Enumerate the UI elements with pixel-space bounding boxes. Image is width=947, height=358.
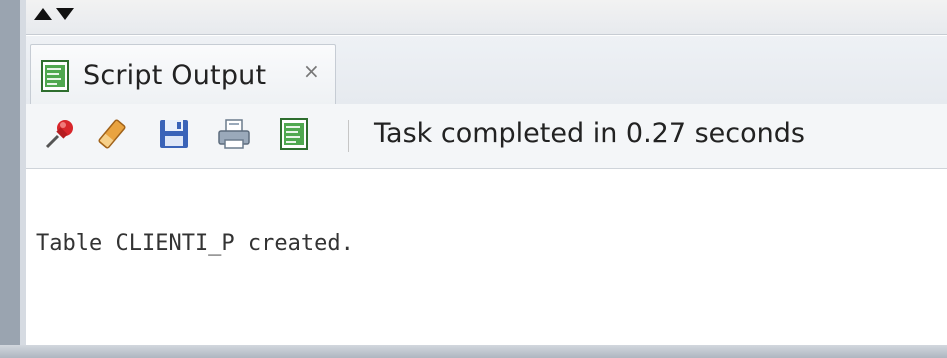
script-output-tab-icon [41,60,69,92]
toolbar-separator [348,120,349,152]
tab-script-output[interactable]: Script Output × [30,44,336,105]
output-toolbar: Task completed in 0.27 seconds [26,104,947,169]
output-line: Table CLIENTI_P created. [36,231,354,256]
status-text: Task completed in 0.27 seconds [374,118,805,149]
script-output-icon[interactable] [276,116,312,152]
tab-label: Script Output [83,60,267,91]
save-icon[interactable] [156,116,192,152]
pin-icon[interactable] [42,116,78,152]
left-border [0,0,20,358]
bottom-border [0,345,947,358]
arrow-up-icon[interactable] [34,8,52,20]
tab-bar: Script Output × [26,36,947,105]
print-icon[interactable] [216,116,252,152]
script-output-panel: Script Output × Task completed in 0.27 s… [0,0,947,358]
panel-header-strip [0,0,947,35]
panel-arrows[interactable] [34,8,74,28]
close-icon[interactable]: × [303,59,320,83]
eraser-icon[interactable] [96,116,132,152]
arrow-down-icon[interactable] [56,8,74,20]
output-area[interactable]: Table CLIENTI_P created. [26,169,947,345]
